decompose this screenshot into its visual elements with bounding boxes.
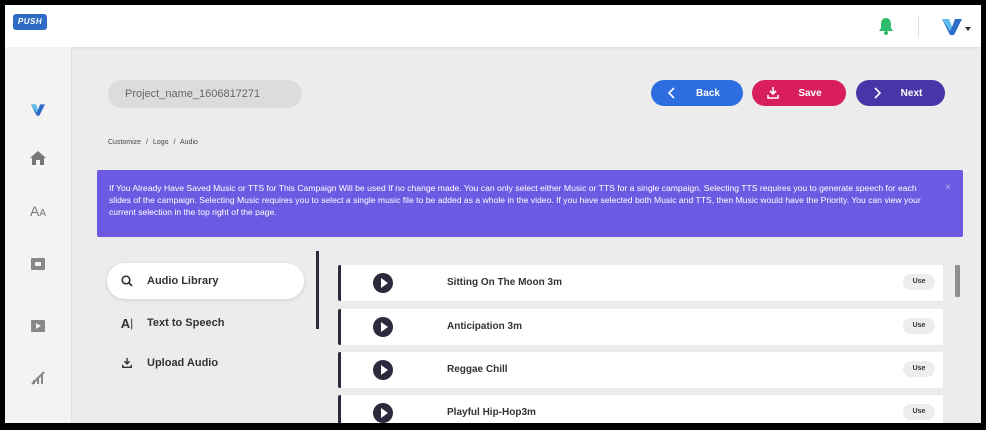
play-icon[interactable] bbox=[373, 273, 393, 293]
back-button-label: Back bbox=[696, 87, 720, 99]
list-item[interactable]: Anticipation 3m Use bbox=[338, 309, 943, 345]
list-item[interactable]: Sitting On The Moon 3m Use bbox=[338, 265, 943, 301]
use-button[interactable]: Use bbox=[903, 404, 935, 420]
brand-v-icon[interactable] bbox=[941, 17, 963, 37]
sidebar-item-home[interactable] bbox=[25, 147, 51, 169]
breadcrumb-logo[interactable]: Logo bbox=[153, 139, 169, 146]
app-logo[interactable]: PUSH bbox=[13, 14, 47, 30]
scrollbar-thumb[interactable] bbox=[955, 265, 960, 297]
logo-icon bbox=[31, 258, 45, 270]
bell-icon[interactable] bbox=[878, 17, 894, 35]
save-button[interactable]: Save bbox=[752, 80, 846, 106]
app-window: PUSH AA Project_name_1606817271 Back Sav… bbox=[5, 5, 981, 423]
option-text-to-speech[interactable]: A | Text to Speech bbox=[107, 305, 304, 341]
next-button[interactable]: Next bbox=[856, 80, 945, 106]
play-icon[interactable] bbox=[373, 317, 393, 337]
sidebar: AA bbox=[5, 47, 72, 423]
text-size-icon: AA bbox=[29, 203, 46, 219]
track-title: Anticipation 3m bbox=[447, 321, 523, 332]
top-bar: PUSH bbox=[5, 5, 981, 47]
breadcrumb-separator: / bbox=[173, 139, 176, 146]
home-icon bbox=[30, 151, 46, 165]
sidebar-item-video[interactable] bbox=[25, 315, 51, 337]
list-item[interactable]: Reggae Chill Use bbox=[338, 352, 943, 388]
track-title: Sitting On The Moon 3m bbox=[447, 277, 562, 288]
sidebar-item-text[interactable]: AA bbox=[25, 200, 51, 222]
topbar-divider bbox=[918, 15, 919, 37]
video-icon bbox=[31, 320, 45, 332]
sidebar-item-logo[interactable] bbox=[25, 253, 51, 275]
breadcrumb-separator: / bbox=[146, 139, 148, 146]
search-icon bbox=[120, 274, 134, 288]
breadcrumb: Customize / Logo / Audio bbox=[108, 139, 201, 146]
play-icon[interactable] bbox=[373, 403, 393, 423]
next-button-label: Next bbox=[900, 87, 923, 99]
text-cursor-icon: A | bbox=[120, 315, 134, 331]
option-upload-audio[interactable]: Upload Audio bbox=[107, 345, 304, 381]
account-caret-icon[interactable] bbox=[965, 27, 971, 31]
list-item[interactable]: Playful Hip-Hop3m Use bbox=[338, 395, 943, 423]
play-icon[interactable] bbox=[373, 360, 393, 380]
use-button[interactable]: Use bbox=[903, 361, 935, 377]
brand-v-icon bbox=[31, 104, 45, 116]
track-title: Playful Hip-Hop3m bbox=[447, 407, 536, 418]
option-audio-library[interactable]: Audio Library bbox=[107, 263, 304, 299]
save-button-label: Save bbox=[798, 87, 822, 99]
track-title: Reggae Chill bbox=[447, 364, 508, 375]
alert-text: If You Already Have Saved Music or TTS f… bbox=[109, 183, 921, 217]
option-label: Text to Speech bbox=[147, 317, 225, 329]
use-button[interactable]: Use bbox=[903, 318, 935, 334]
use-button[interactable]: Use bbox=[903, 274, 935, 290]
option-label: Upload Audio bbox=[147, 357, 219, 369]
sidebar-item-brand[interactable] bbox=[25, 99, 51, 121]
breadcrumb-audio: Audio bbox=[179, 139, 198, 146]
option-label: Audio Library bbox=[147, 275, 219, 287]
info-alert: If You Already Have Saved Music or TTS f… bbox=[97, 170, 963, 237]
breadcrumb-customize[interactable]: Customize bbox=[108, 139, 141, 146]
sidebar-item-analytics[interactable] bbox=[25, 367, 51, 389]
chart-icon bbox=[31, 371, 45, 385]
upload-icon bbox=[120, 356, 134, 370]
back-button[interactable]: Back bbox=[651, 80, 743, 106]
close-icon[interactable]: × bbox=[945, 182, 951, 194]
project-name-field[interactable]: Project_name_1606817271 bbox=[108, 80, 302, 108]
options-divider bbox=[316, 251, 319, 329]
